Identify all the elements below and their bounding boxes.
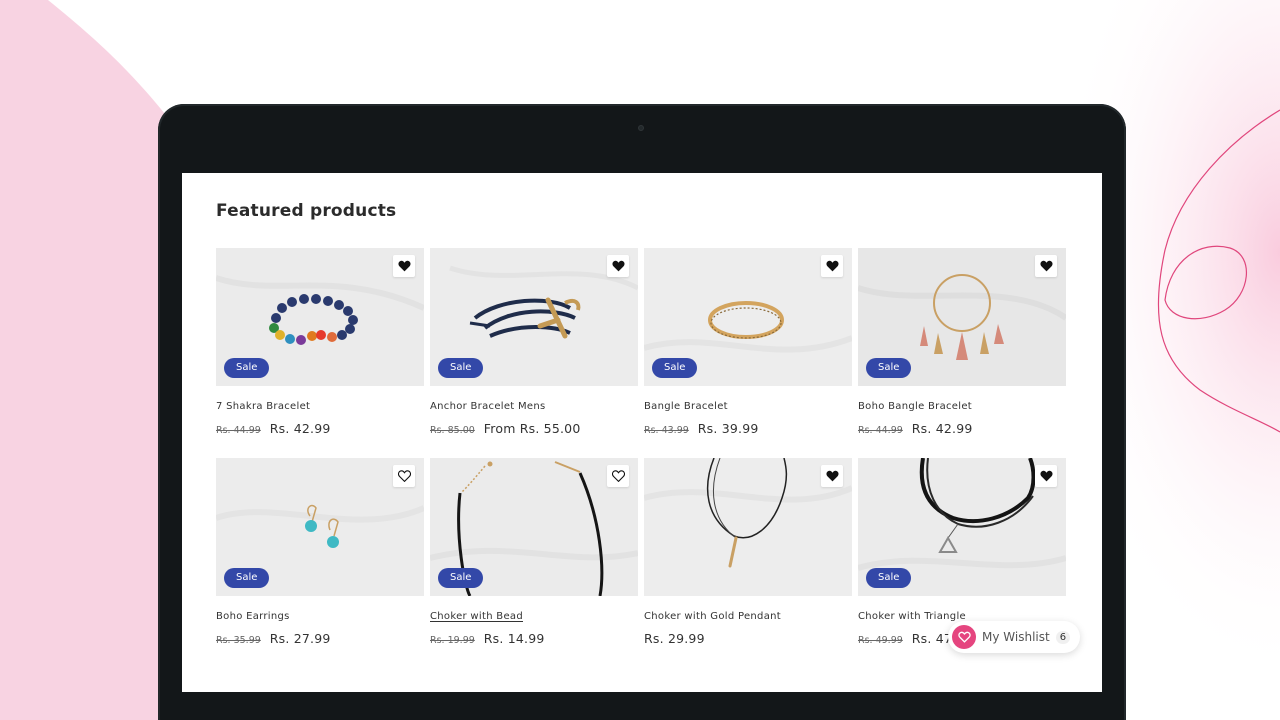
compare-price: Rs. 43.99: [644, 425, 689, 436]
product-prices: Rs. 35.99 Rs. 27.99: [216, 631, 331, 646]
wishlist-toggle-button[interactable]: [393, 255, 415, 277]
heart-outline-icon: [611, 470, 625, 482]
product-name[interactable]: 7 Shakra Bracelet: [216, 401, 310, 412]
sale-price: Rs. 27.99: [269, 631, 331, 646]
wishlist-toggle-button[interactable]: [1035, 255, 1057, 277]
my-wishlist-button[interactable]: My Wishlist 6: [948, 621, 1081, 653]
product-name[interactable]: Boho Bangle Bracelet: [858, 401, 972, 412]
product-prices: Rs. 49.99 Rs. 47: [858, 631, 952, 646]
compare-price: Rs. 19.99: [430, 635, 475, 646]
wishlist-toggle-button[interactable]: [821, 465, 843, 487]
heart-filled-icon: [825, 260, 839, 272]
sale-badge: Sale: [438, 568, 484, 588]
product-name[interactable]: Bangle Bracelet: [644, 401, 728, 412]
sale-price: Rs. 42.99: [911, 421, 973, 436]
heart-filled-icon: [611, 260, 625, 272]
product-prices: Rs. 85.00 From Rs. 55.00: [430, 421, 580, 436]
compare-price: Rs. 44.99: [858, 425, 903, 436]
product-card[interactable]: Choker with Gold Pendant Rs. 29.99: [644, 458, 852, 658]
sale-price: Rs. 14.99: [483, 631, 545, 646]
compare-price: Rs. 44.99: [216, 425, 261, 436]
compare-price: Rs. 85.00: [430, 425, 475, 436]
product-prices: Rs. 19.99 Rs. 14.99: [430, 631, 545, 646]
wishlist-toggle-button[interactable]: [607, 255, 629, 277]
product-image[interactable]: Sale: [644, 248, 852, 386]
product-card[interactable]: Sale Boho Earrings Rs. 35.99 Rs. 27.99: [216, 458, 424, 658]
sale-price: Rs. 39.99: [697, 421, 759, 436]
sale-price: Rs. 47: [911, 631, 953, 646]
heart-filled-icon: [1039, 470, 1053, 482]
wishlist-toggle-button[interactable]: [393, 465, 415, 487]
wishlist-label: My Wishlist: [982, 630, 1050, 644]
product-name[interactable]: Boho Earrings: [216, 611, 290, 622]
product-image[interactable]: Sale: [216, 248, 424, 386]
product-name[interactable]: Choker with Bead: [430, 611, 523, 622]
heart-filled-icon: [1039, 260, 1053, 272]
product-image[interactable]: Sale: [858, 458, 1066, 596]
heart-icon: [952, 625, 976, 649]
wishlist-toggle-button[interactable]: [821, 255, 843, 277]
product-prices: Rs. 44.99 Rs. 42.99: [216, 421, 331, 436]
product-prices: Rs. 44.99 Rs. 42.99: [858, 421, 973, 436]
heart-outline-icon: [397, 470, 411, 482]
product-prices: Rs. 29.99: [644, 631, 705, 646]
regular-price: Rs. 29.99: [644, 631, 705, 646]
product-image[interactable]: Sale: [858, 248, 1066, 386]
product-card[interactable]: Sale Choker with Bead Rs. 19.99 Rs. 14.9…: [430, 458, 638, 658]
sale-price: From Rs. 55.00: [483, 421, 581, 436]
sale-badge: Sale: [866, 358, 912, 378]
compare-price: Rs. 35.99: [216, 635, 261, 646]
product-name[interactable]: Anchor Bracelet Mens: [430, 401, 546, 412]
product-image[interactable]: Sale: [430, 458, 638, 596]
wishlist-toggle-button[interactable]: [607, 465, 629, 487]
heart-filled-icon: [825, 470, 839, 482]
product-image[interactable]: Sale: [216, 458, 424, 596]
product-card[interactable]: Sale Boho Bangle Bracelet Rs. 44.99 Rs. …: [858, 248, 1066, 448]
product-card[interactable]: Sale 7 Shakra Bracelet Rs. 44.99 Rs. 42.…: [216, 248, 424, 448]
product-name[interactable]: Choker with Triangle: [858, 611, 966, 622]
product-image[interactable]: Sale: [430, 248, 638, 386]
product-prices: Rs. 43.99 Rs. 39.99: [644, 421, 759, 436]
sale-price: Rs. 42.99: [269, 421, 331, 436]
product-card[interactable]: Sale Anchor Bracelet Mens Rs. 85.00 From…: [430, 248, 638, 448]
sale-badge: Sale: [224, 358, 270, 378]
store-screen: Featured products Sale 7 Shakra Bracelet…: [182, 173, 1102, 692]
product-card[interactable]: Sale Bangle Bracelet Rs. 43.99 Rs. 39.99: [644, 248, 852, 448]
camera-icon: [638, 125, 644, 131]
heart-filled-icon: [397, 260, 411, 272]
section-title: Featured products: [216, 201, 397, 221]
sale-badge: Sale: [224, 568, 270, 588]
sale-badge: Sale: [438, 358, 484, 378]
wishlist-toggle-button[interactable]: [1035, 465, 1057, 487]
sale-badge: Sale: [652, 358, 698, 378]
wishlist-count-badge: 6: [1055, 630, 1071, 644]
product-name[interactable]: Choker with Gold Pendant: [644, 611, 781, 622]
sale-badge: Sale: [866, 568, 912, 588]
compare-price: Rs. 49.99: [858, 635, 903, 646]
product-image[interactable]: [644, 458, 852, 596]
